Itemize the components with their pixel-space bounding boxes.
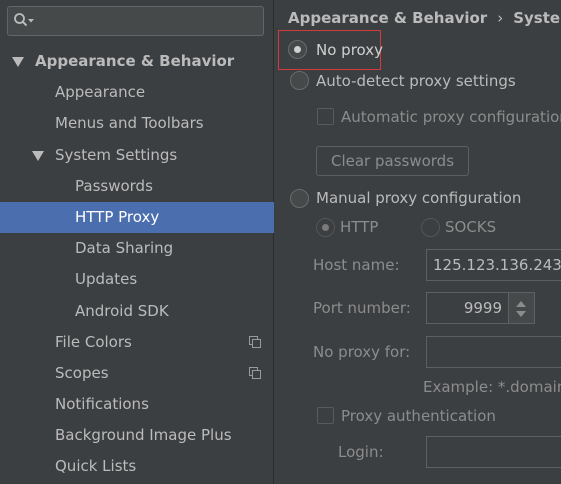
- manual-proxy-label[interactable]: Manual proxy configuration: [316, 188, 521, 208]
- spinner-up-icon[interactable]: [516, 301, 526, 307]
- tree-item-background-image-plus[interactable]: Background Image Plus: [0, 420, 274, 451]
- auto-config-url-label[interactable]: Automatic proxy configuration URL:: [341, 107, 561, 127]
- port-number-input[interactable]: 9999: [426, 292, 509, 324]
- port-number-label: Port number:: [313, 299, 411, 317]
- tree-item-scopes[interactable]: Scopes: [0, 358, 274, 389]
- tree-item-label: Updates: [75, 270, 138, 289]
- tree-item-file-colors[interactable]: File Colors: [0, 327, 274, 358]
- breadcrumb-separator: ›: [497, 9, 504, 27]
- socks-label[interactable]: SOCKS: [445, 217, 496, 237]
- port-spinner[interactable]: [509, 292, 535, 324]
- breadcrumb-current: System Settings: [513, 9, 561, 27]
- tree-item-notifications[interactable]: Notifications: [0, 389, 274, 420]
- http-label[interactable]: HTTP: [340, 217, 378, 237]
- expand-arrow-icon[interactable]: [12, 57, 24, 67]
- breadcrumb: Appearance & Behavior › System Settings: [288, 6, 561, 30]
- auto-detect-label[interactable]: Auto-detect proxy settings: [316, 71, 516, 91]
- no-proxy-label[interactable]: No proxy: [316, 40, 383, 60]
- proxy-auth-checkbox[interactable]: [317, 407, 334, 424]
- tree-item-system-settings[interactable]: System Settings: [0, 140, 274, 171]
- tree-item-label: System Settings: [55, 145, 178, 164]
- tree-item-appearance-behavior[interactable]: Appearance & Behavior: [0, 46, 274, 77]
- tree-item-label: Menus and Toolbars: [55, 114, 204, 133]
- tree-item-label: Passwords: [75, 176, 153, 195]
- spinner-down-icon[interactable]: [516, 311, 526, 317]
- tree-item-label: Appearance: [55, 83, 146, 102]
- no-proxy-for-label: No proxy for:: [313, 343, 411, 361]
- tree-item-http-proxy[interactable]: HTTP Proxy: [0, 201, 274, 234]
- tree-item-updates[interactable]: Updates: [0, 264, 274, 295]
- example-hint: Example: *.domain.com, 192.168.*: [423, 378, 561, 396]
- tree-item-label: File Colors: [55, 332, 132, 351]
- login-label: Login:: [338, 443, 384, 461]
- breadcrumb-parent: Appearance & Behavior: [288, 9, 488, 27]
- tree-item-label: Scopes: [55, 363, 109, 382]
- tree-item-quick-lists[interactable]: Quick Lists: [0, 451, 274, 482]
- clear-passwords-button[interactable]: Clear passwords: [316, 146, 469, 176]
- tree-item-label: Android SDK: [75, 301, 169, 320]
- http-proxy-panel: Appearance & Behavior › System Settings No…: [275, 0, 561, 484]
- no-proxy-for-input[interactable]: [426, 336, 561, 368]
- tree-item-data-sharing[interactable]: Data Sharing: [0, 233, 274, 264]
- search-input[interactable]: [42, 11, 257, 31]
- tree-item-label: Background Image Plus: [55, 426, 232, 445]
- proxy-auth-label[interactable]: Proxy authentication: [341, 406, 496, 426]
- settings-sidebar: Appearance & Behavior Appearance Menus a…: [0, 0, 274, 484]
- host-name-input[interactable]: 125.123.136.243: [426, 249, 561, 281]
- socks-radio[interactable]: [421, 218, 440, 237]
- tree-item-label: Quick Lists: [55, 457, 137, 476]
- host-name-label: Host name:: [313, 256, 400, 274]
- no-proxy-radio[interactable]: [288, 40, 307, 59]
- manual-proxy-radio[interactable]: [290, 189, 309, 208]
- tree-item-android-sdk[interactable]: Android SDK: [0, 296, 274, 327]
- http-radio[interactable]: [316, 218, 335, 237]
- project-settings-icon: [249, 335, 261, 348]
- tree-item-label: Data Sharing: [75, 239, 174, 258]
- tree-item-label: Notifications: [55, 395, 149, 414]
- expand-arrow-icon[interactable]: [32, 150, 44, 161]
- search-box[interactable]: [7, 6, 264, 36]
- tree-item-passwords[interactable]: Passwords: [0, 171, 274, 202]
- tree-item-appearance[interactable]: Appearance: [0, 77, 274, 108]
- settings-window: Appearance & Behavior Appearance Menus a…: [0, 0, 561, 484]
- auto-detect-radio[interactable]: [290, 71, 309, 90]
- login-input[interactable]: [426, 436, 561, 468]
- tree-item-label: Appearance & Behavior: [35, 52, 235, 70]
- search-icon[interactable]: [13, 12, 35, 30]
- settings-tree: Appearance & Behavior Appearance Menus a…: [0, 46, 274, 483]
- tree-item-label: HTTP Proxy: [75, 207, 160, 226]
- auto-config-url-checkbox[interactable]: [317, 108, 334, 125]
- project-settings-icon: [249, 366, 261, 379]
- tree-item-menus-toolbars[interactable]: Menus and Toolbars: [0, 108, 274, 139]
